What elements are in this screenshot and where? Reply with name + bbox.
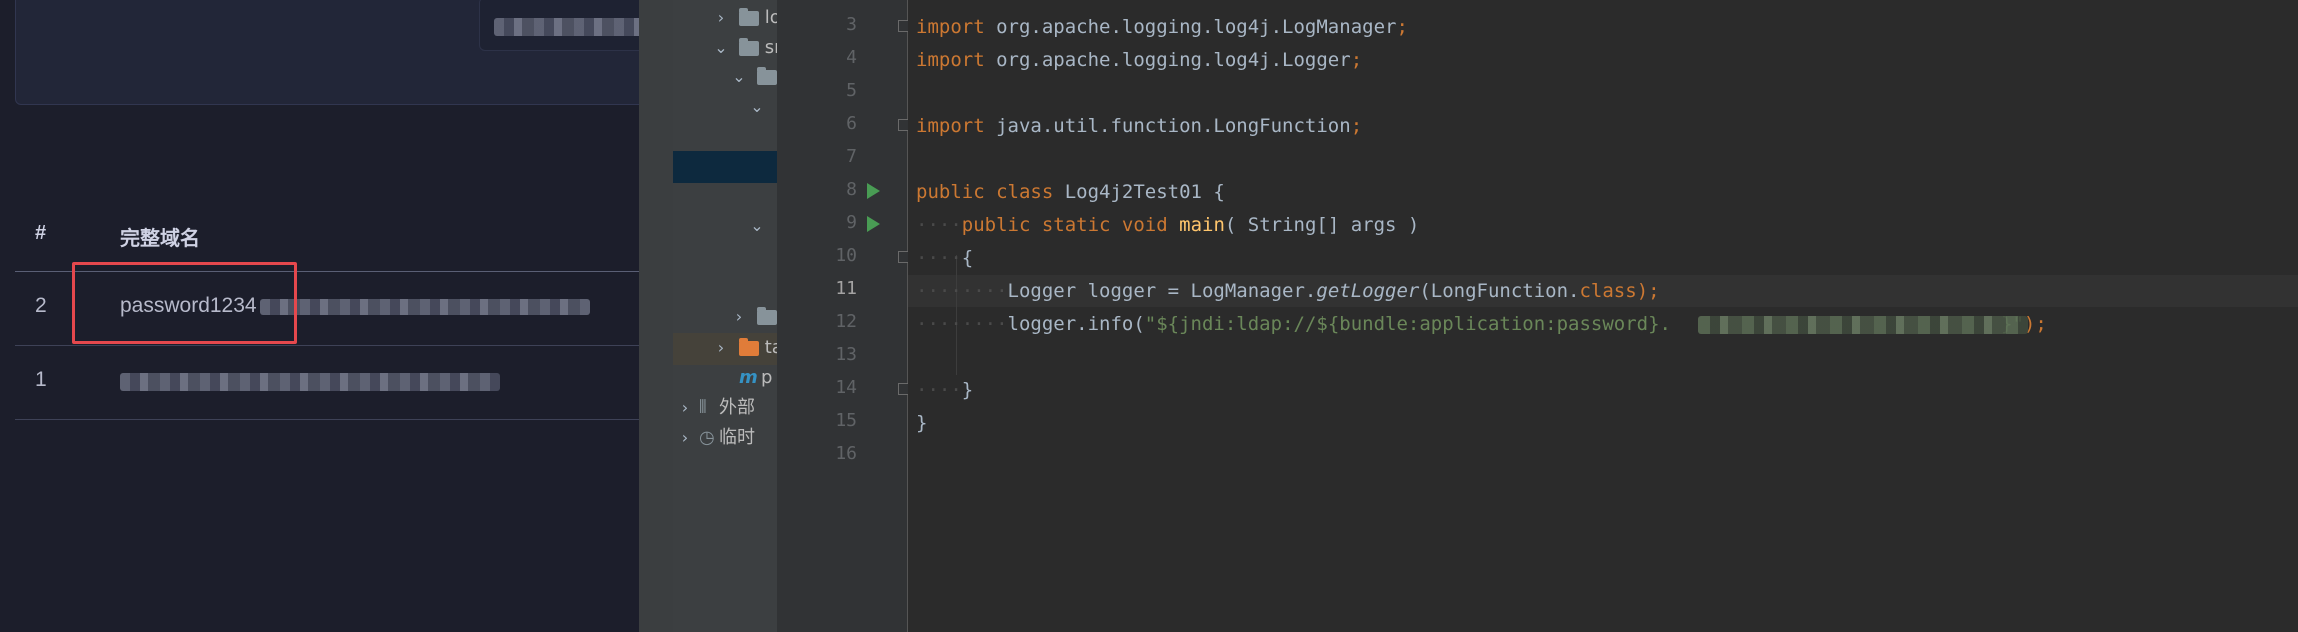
table-row: 1 (15, 346, 639, 420)
line-number: 3 (846, 14, 857, 35)
column-header-full-domain: 完整域名 (120, 228, 200, 250)
code-editor[interactable]: import org.apache.logging.log4j.LogManag… (908, 0, 2298, 632)
line-number: 7 (846, 146, 857, 167)
tree-item-label: p (761, 367, 773, 388)
maven-icon: m (739, 367, 758, 388)
tree-item-label: ta (764, 337, 777, 358)
code-line: ········Logger logger = LogManager.getLo… (916, 280, 1660, 302)
line-number: 6 (846, 113, 857, 134)
tree-item-label: 临时 (719, 427, 755, 448)
redacted-domain (260, 299, 590, 315)
chevron-down-icon[interactable]: ⌄ (749, 211, 765, 241)
code-line: ····public static void main( String[] ar… (916, 214, 1420, 236)
editor-gutter: 3 4 5 6 7 8 9 10 11 12 13 14 15 16 (777, 0, 910, 632)
chevron-right-icon[interactable]: › (713, 3, 729, 33)
tree-item-label: sr (764, 37, 777, 58)
line-number: 9 (846, 212, 857, 233)
chevron-right-icon[interactable]: › (713, 333, 729, 363)
highlight-annotation-box (72, 262, 297, 344)
run-icon[interactable] (867, 183, 880, 199)
chevron-right-icon[interactable]: › (731, 302, 747, 332)
line-number: 12 (835, 311, 857, 332)
chevron-right-icon[interactable]: › (677, 423, 693, 453)
chevron-right-icon[interactable]: › (677, 393, 693, 423)
folder-icon (757, 306, 777, 325)
code-line: } (916, 412, 928, 434)
folder-icon (739, 37, 759, 56)
ide-window: › lo ⌄ sr ⌄ ⌄ ⌄ › › ta m p › (639, 0, 2298, 632)
line-number: 8 (846, 179, 857, 200)
top-card (15, 0, 639, 105)
code-line: public class Log4j2Test01 { (916, 181, 1225, 203)
chevron-down-icon[interactable]: ⌄ (713, 33, 729, 63)
line-number: 13 (835, 344, 857, 365)
code-line: ····{ (916, 247, 974, 269)
folder-icon (757, 66, 777, 85)
line-number: 5 (846, 80, 857, 101)
line-number: 10 (835, 245, 857, 266)
code-line: import org.apache.logging.log4j.Logger; (916, 49, 1363, 71)
line-number: 16 (835, 443, 857, 464)
dnslog-web-panel: # 完整域名 2 password1234 1 (0, 0, 639, 632)
project-tree[interactable]: › lo ⌄ sr ⌄ ⌄ ⌄ › › ta m p › (673, 0, 777, 632)
chevron-down-icon[interactable]: ⌄ (731, 62, 747, 92)
redacted-domain (494, 18, 639, 36)
code-line: import org.apache.logging.log4j.LogManag… (916, 16, 1408, 38)
line-number: 11 (835, 278, 857, 299)
code-line: import java.util.function.LongFunction; (916, 115, 1363, 137)
line-number: 14 (835, 377, 857, 398)
domain-display-field[interactable] (479, 0, 639, 51)
redacted-domain (120, 373, 500, 391)
tree-item-label: 外部 (719, 397, 755, 418)
tree-selected-row[interactable] (673, 151, 777, 183)
folder-icon (739, 7, 759, 26)
row-index: 2 (35, 294, 47, 317)
column-header-index: # (35, 222, 47, 244)
chevron-down-icon[interactable]: ⌄ (749, 92, 765, 122)
code-line: ····} (916, 379, 974, 401)
run-icon[interactable] (867, 216, 880, 232)
tool-window-strip (639, 0, 673, 632)
line-number: 4 (846, 47, 857, 68)
scratches-icon: ◷ (699, 427, 715, 448)
line-number: 15 (835, 410, 857, 431)
folder-icon (739, 337, 759, 356)
redacted-domain (1698, 316, 2028, 334)
row-index: 1 (35, 368, 47, 391)
library-icon: ⫴ (699, 397, 707, 418)
tree-item-label: lo (764, 7, 777, 28)
